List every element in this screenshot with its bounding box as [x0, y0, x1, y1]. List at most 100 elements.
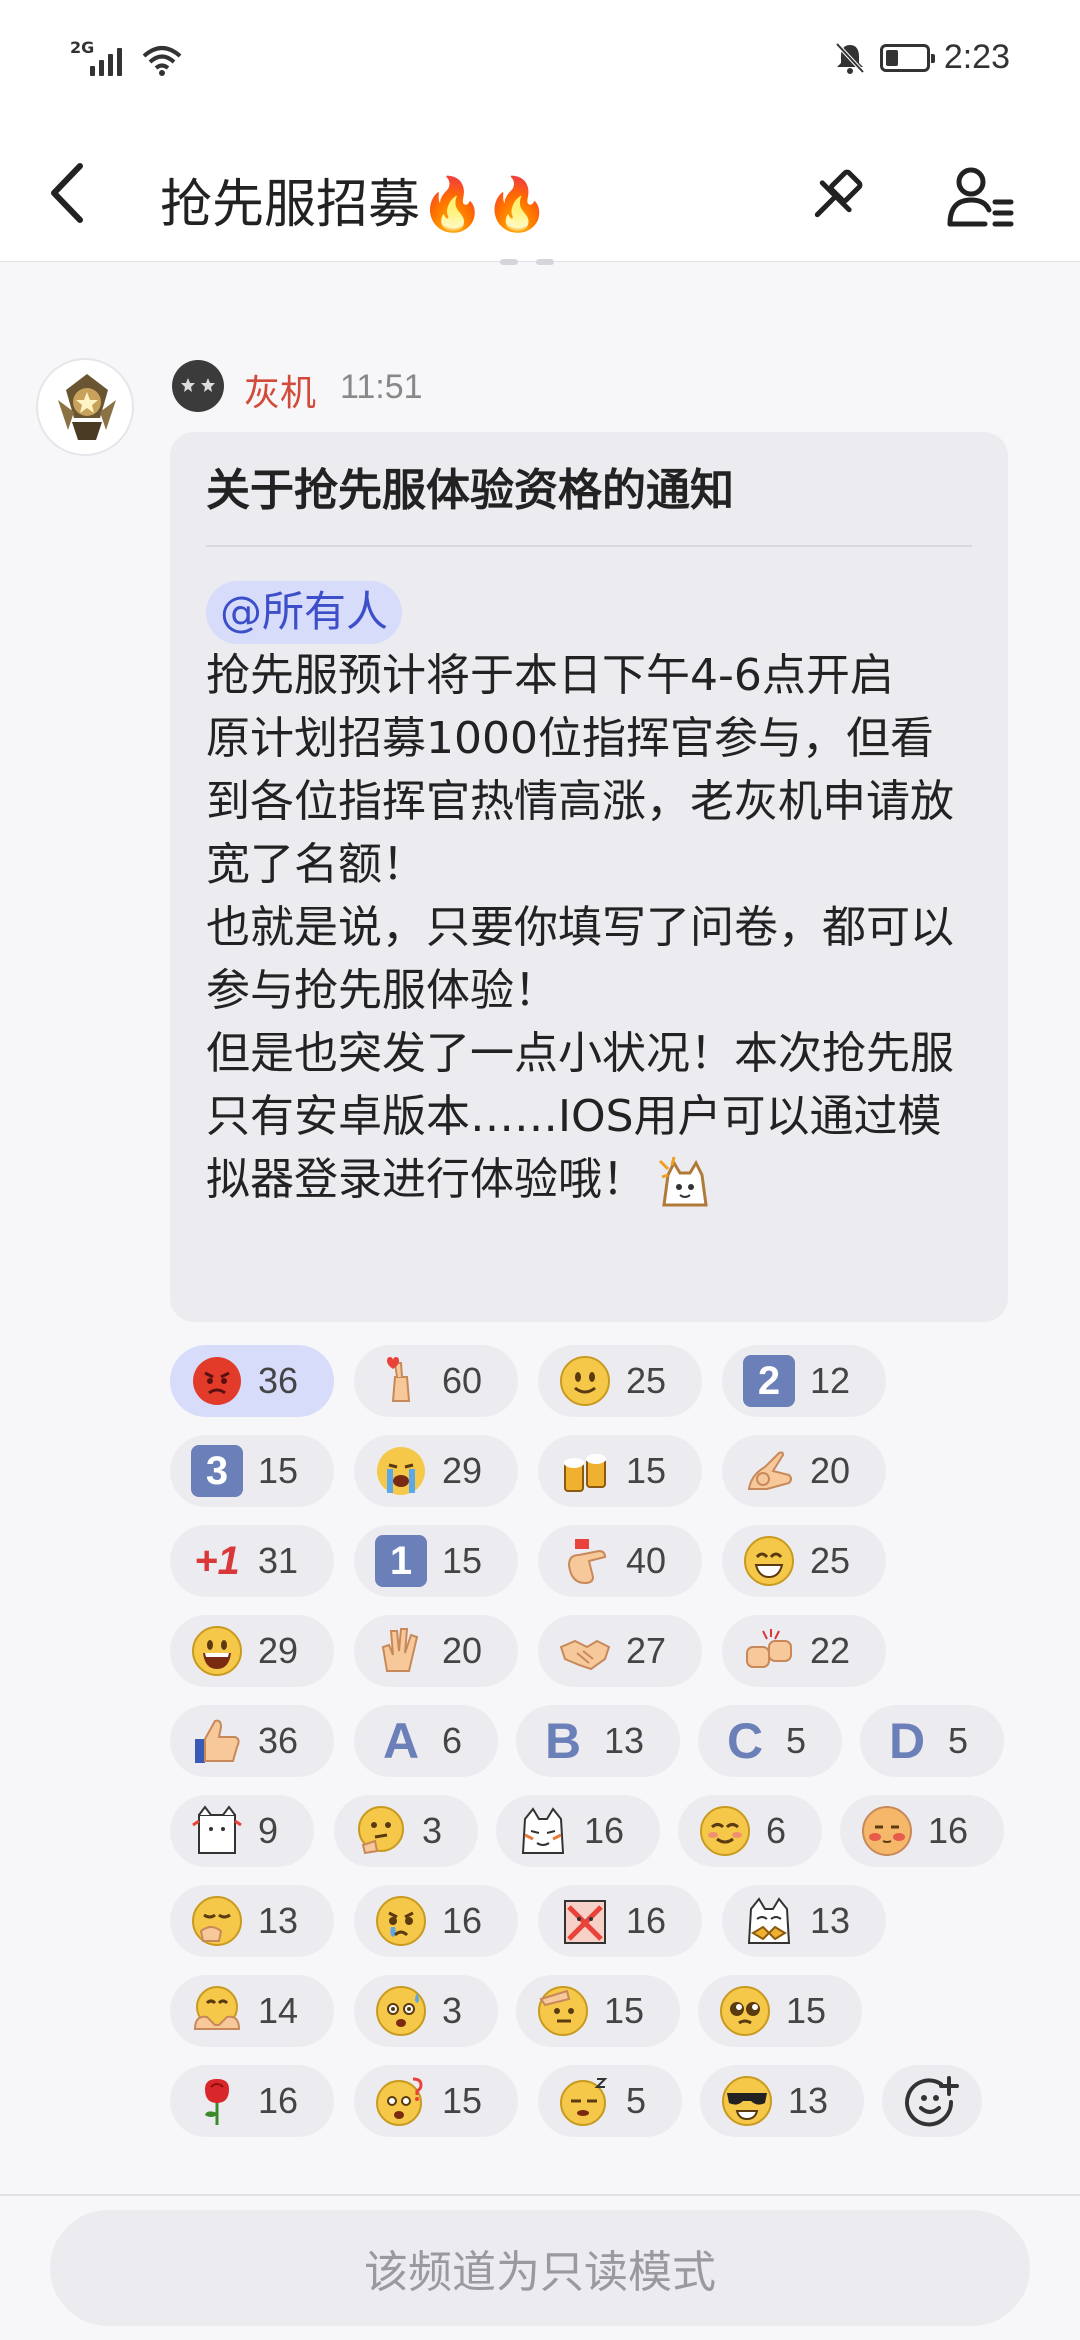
reaction-cat-face[interactable]: 16	[496, 1795, 660, 1867]
reaction-sunglasses[interactable]: 13	[700, 2065, 864, 2137]
reaction-letter-d[interactable]: D 5	[860, 1705, 1004, 1777]
sunglasses-face-icon	[720, 2074, 774, 2128]
letter-d-label: D	[888, 1713, 926, 1769]
reaction-letter-b[interactable]: B 13	[516, 1705, 680, 1777]
reaction-count: 15	[258, 1450, 299, 1491]
reaction-blush[interactable]: 6	[678, 1795, 822, 1867]
reaction-angry[interactable]: 36	[170, 1345, 334, 1417]
hug-face-icon	[190, 1984, 244, 2038]
reaction-teary[interactable]: 16	[354, 1885, 518, 1957]
mention-all[interactable]: @所有人	[206, 581, 403, 644]
reaction-salute[interactable]: 15	[516, 1975, 680, 2047]
666-hand-icon	[558, 1534, 612, 1588]
message-line: 原计划招募1000位指挥官参与，但看到各位指挥官热情高涨，老灰机申请放宽了名额！	[206, 712, 954, 890]
number-1-icon: 1	[374, 1534, 428, 1588]
rank-badge-icon	[172, 360, 224, 412]
reaction-count: 15	[442, 1540, 483, 1581]
angry-face-icon	[190, 1354, 244, 1408]
message-title: 关于抢先服体验资格的通知	[206, 465, 734, 516]
add-reaction-button[interactable]	[882, 2065, 982, 2137]
cheers-mugs-icon	[558, 1444, 612, 1498]
reaction-big-smile[interactable]: 29	[170, 1615, 334, 1687]
reaction-shy[interactable]: 16	[840, 1795, 1004, 1867]
sender-name[interactable]: 灰机	[244, 364, 316, 416]
sleepy-face-icon	[558, 2074, 612, 2128]
status-bar: 2G 2:23	[0, 0, 1080, 120]
reaction-cat-cheer[interactable]: 9	[170, 1795, 314, 1867]
reaction-fist-bump[interactable]: 22	[722, 1615, 886, 1687]
reaction-count: 27	[626, 1630, 667, 1671]
reaction-letter-c[interactable]: C 5	[698, 1705, 842, 1777]
reaction-count: 6	[442, 1720, 463, 1761]
reaction-sleepy[interactable]: 5	[538, 2065, 682, 2137]
letter-a-label: A	[382, 1713, 420, 1769]
reaction-666[interactable]: 40	[538, 1525, 702, 1597]
back-button[interactable]	[40, 158, 100, 228]
reaction-count: 16	[584, 1810, 625, 1851]
reaction-pleading[interactable]: 15	[698, 1975, 862, 2047]
reaction-grin[interactable]: 25	[722, 1525, 886, 1597]
cat-cross-icon	[558, 1894, 612, 1948]
reaction-thumbs-up[interactable]: 36	[170, 1705, 334, 1777]
reaction-cat-bow[interactable]: 13	[722, 1885, 886, 1957]
reaction-handshake[interactable]: 27	[538, 1615, 702, 1687]
reaction-count: 25	[626, 1360, 667, 1401]
mute-bell-icon	[835, 42, 865, 74]
letter-c-icon: C	[718, 1713, 772, 1769]
reaction-letter-a[interactable]: A 6	[354, 1705, 498, 1777]
reaction-square-3[interactable]: 3 15	[170, 1435, 334, 1507]
reaction-count: 31	[258, 1540, 299, 1581]
reaction-count: 16	[258, 2080, 299, 2121]
reaction-count: 15	[604, 1990, 645, 2031]
reaction-cheers[interactable]: 15	[538, 1435, 702, 1507]
reaction-square-2[interactable]: 2 12	[722, 1345, 886, 1417]
reaction-plus-one[interactable]: +1 31	[170, 1525, 334, 1597]
reaction-hug[interactable]: 14	[170, 1975, 334, 2047]
members-icon[interactable]	[945, 162, 1015, 232]
readonly-notice: 该频道为只读模式	[50, 2210, 1030, 2326]
reaction-count: 20	[810, 1450, 851, 1491]
pleading-face-icon	[718, 1984, 772, 2038]
reaction-smile[interactable]: 25	[538, 1345, 702, 1417]
reaction-count: 36	[258, 1720, 299, 1761]
number-1-label: 1	[375, 1535, 427, 1587]
plus-one-label: +1	[194, 1538, 240, 1583]
salute-face-icon	[536, 1984, 590, 2038]
add-emoji-icon	[905, 2076, 959, 2127]
number-3-label: 3	[191, 1445, 243, 1497]
reaction-ok-hand[interactable]: 20	[722, 1435, 886, 1507]
reaction-rose[interactable]: 16	[170, 2065, 334, 2137]
number-2-label: 2	[743, 1355, 795, 1407]
reaction-clap[interactable]: 20	[354, 1615, 518, 1687]
reaction-square-1[interactable]: 1 15	[354, 1525, 518, 1597]
reaction-count: 3	[422, 1810, 443, 1851]
reaction-count: 12	[810, 1360, 851, 1401]
reaction-cat-cross[interactable]: 16	[538, 1885, 702, 1957]
crying-face-icon	[374, 1444, 428, 1498]
reaction-count: 29	[258, 1630, 299, 1671]
reaction-question[interactable]: 15	[354, 2065, 518, 2137]
reaction-count: 3	[442, 1990, 463, 2031]
reaction-crying[interactable]: 29	[354, 1435, 518, 1507]
avatar[interactable]	[36, 358, 134, 456]
reaction-sweat[interactable]: 3	[354, 1975, 498, 2047]
reaction-bar: 36 60 25 2 12 3 15 29 15 20 +1 31 1 15 4…	[170, 1345, 1050, 2155]
reaction-count: 16	[442, 1900, 483, 1941]
reaction-count: 16	[626, 1900, 667, 1941]
message-line: 但是也突发了一点小状况！本次抢先服只有安卓版本……IOS用户可以通过模拟器登录进…	[206, 1022, 976, 1211]
reaction-count: 36	[258, 1360, 299, 1401]
status-left: 2G	[70, 38, 182, 76]
reaction-yawn[interactable]: 13	[170, 1885, 334, 1957]
teary-face-icon	[374, 1894, 428, 1948]
channel-header: 抢先服招募🔥🔥	[0, 120, 1080, 262]
cat-cheer-icon	[190, 1804, 244, 1858]
channel-title: 抢先服招募🔥🔥	[160, 175, 550, 235]
reaction-finger-heart[interactable]: 60	[354, 1345, 518, 1417]
pin-icon[interactable]	[800, 162, 870, 232]
signal-icon	[90, 40, 122, 76]
reaction-count: 29	[442, 1450, 483, 1491]
message-bubble[interactable]: 关于抢先服体验资格的通知 @所有人 抢先服预计将于本日下午4-6点开启 原计划招…	[170, 432, 1008, 1322]
clapping-hands-icon	[374, 1624, 428, 1678]
reaction-thinking[interactable]: 3	[334, 1795, 478, 1867]
thumbs-up-icon	[190, 1714, 244, 1768]
